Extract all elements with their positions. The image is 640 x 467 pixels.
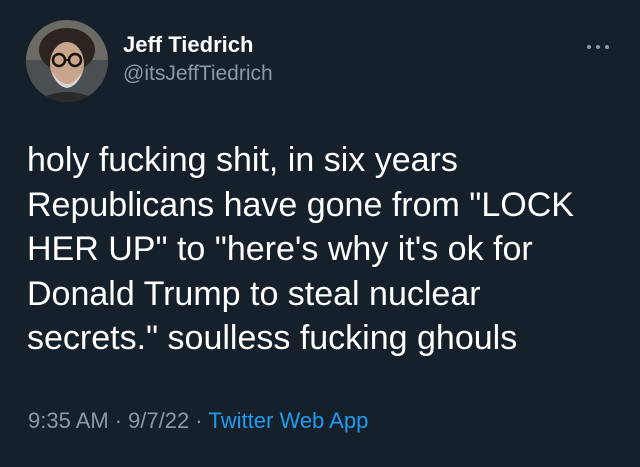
tweet-text: holy fucking shit, in six years Republic… [27,138,617,361]
author-display-name[interactable]: Jeff Tiedrich [123,32,253,58]
meta-separator: · [114,408,123,433]
avatar-photo-icon [26,20,108,102]
tweet-date[interactable]: 9/7/22 [128,408,189,433]
tweet-text-line: Donald Trump to steal nuclear [27,274,481,313]
more-options-icon[interactable] [584,40,612,52]
tweet-text-line: Republicans have gone from "LOCK [27,185,574,224]
meta-separator: · [195,408,203,433]
tweet-source-link[interactable]: Twitter Web App [209,408,369,433]
tweet-text-line: secrets." soulless fucking ghouls [27,319,518,357]
tweet-text-line: holy fucking shit, in six years [27,141,458,179]
tweet-metadata: 9:35 AM · 9/7/22 · Twitter Web App [28,408,368,434]
user-avatar[interactable] [26,20,108,102]
tweet-card: Jeff Tiedrich @itsJeffTiedrich holy fuck… [0,0,640,467]
tweet-text-line: HER UP" to "here's why it's ok for [27,230,533,268]
tweet-time[interactable]: 9:35 AM [28,408,109,433]
author-handle[interactable]: @itsJeffTiedrich [123,62,273,86]
